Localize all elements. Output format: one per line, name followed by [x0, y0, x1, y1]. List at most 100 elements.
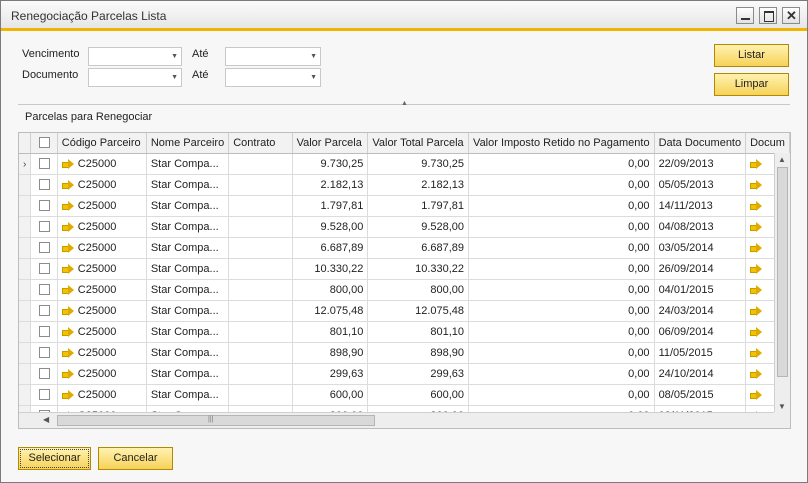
row-checkbox[interactable] [38, 179, 50, 191]
link-arrow-icon[interactable] [61, 284, 74, 295]
link-arrow-icon[interactable] [750, 221, 763, 232]
select-cell[interactable] [30, 321, 58, 343]
select-cell[interactable] [30, 153, 58, 175]
row-checkbox[interactable] [38, 326, 50, 338]
row-checkbox[interactable] [38, 368, 50, 380]
column-header[interactable]: Nome Parceiro [146, 133, 230, 154]
row-header[interactable] [19, 363, 32, 385]
vencimento-to-field[interactable]: ▼ [225, 47, 321, 66]
table-row[interactable]: C25000 Star Compa... 898,90 898,90 0,00 11/05… [19, 342, 790, 364]
link-arrow-icon[interactable] [750, 347, 763, 358]
link-arrow-icon[interactable] [750, 368, 763, 379]
column-header[interactable]: Valor Total Parcela [367, 133, 470, 154]
selecionar-button[interactable]: Selecionar [18, 447, 91, 470]
select-cell[interactable] [30, 342, 58, 364]
table-row[interactable]: C25000 Star Compa... 600,00 600,00 0,00 08/05… [19, 384, 790, 406]
link-arrow-icon[interactable] [61, 242, 74, 253]
scroll-down-icon[interactable]: ▼ [778, 402, 786, 411]
link-arrow-icon[interactable] [61, 305, 74, 316]
row-checkbox[interactable] [38, 305, 50, 317]
row-checkbox[interactable] [38, 158, 50, 170]
row-header[interactable]: › [19, 153, 32, 175]
table-row[interactable]: C25000 Star Compa... 1.797,81 1.797,81 0,00 1… [19, 195, 790, 217]
link-arrow-icon[interactable] [750, 284, 763, 295]
column-header[interactable]: Docum [745, 133, 790, 154]
link-arrow-icon[interactable] [61, 368, 74, 379]
row-checkbox[interactable] [38, 263, 50, 275]
column-header[interactable]: Código Parceiro [57, 133, 147, 154]
select-all-checkbox[interactable] [38, 137, 50, 149]
scroll-up-icon[interactable]: ▲ [778, 155, 786, 164]
cancelar-button[interactable]: Cancelar [98, 447, 173, 470]
link-arrow-icon[interactable] [61, 389, 74, 400]
table-row[interactable]: › C25000 Star Compa... 9.730,25 9.730,25 0,00… [19, 153, 790, 175]
select-cell[interactable] [30, 174, 58, 196]
documento-from-field[interactable]: ▼ [88, 68, 182, 87]
row-header[interactable] [19, 237, 32, 259]
select-cell[interactable] [30, 237, 58, 259]
column-header[interactable]: Contrato [228, 133, 293, 154]
scroll-thumb-horizontal[interactable]: ||| [57, 415, 375, 426]
select-cell[interactable] [30, 258, 58, 280]
select-cell[interactable] [30, 363, 58, 385]
row-checkbox[interactable] [38, 347, 50, 359]
link-arrow-icon[interactable] [61, 263, 74, 274]
link-arrow-icon[interactable] [750, 305, 763, 316]
select-cell[interactable] [30, 279, 58, 301]
horizontal-scrollbar[interactable]: ◀ ||| ▶ [19, 412, 790, 428]
link-arrow-icon[interactable] [750, 389, 763, 400]
link-arrow-icon[interactable] [61, 326, 74, 337]
link-arrow-icon[interactable] [61, 179, 74, 190]
limpar-button[interactable]: Limpar [714, 73, 789, 96]
link-arrow-icon[interactable] [61, 158, 74, 169]
collapse-icon[interactable]: ▲ [401, 100, 408, 107]
link-arrow-icon[interactable] [750, 200, 763, 211]
table-row[interactable]: C25000 Star Compa... 2.182,13 2.182,13 0,00 0… [19, 174, 790, 196]
column-header[interactable]: Valor Imposto Retido no Pagamento [468, 133, 655, 154]
scroll-left-icon[interactable]: ◀ [43, 415, 49, 424]
select-cell[interactable] [30, 195, 58, 217]
minimize-button[interactable] [736, 7, 754, 24]
vencimento-from-field[interactable]: ▼ [88, 47, 182, 66]
table-row[interactable]: C25000 Star Compa... 10.330,22 10.330,22 0,0… [19, 258, 790, 280]
row-header[interactable] [19, 342, 32, 364]
row-checkbox[interactable] [38, 284, 50, 296]
table-row[interactable]: C25000 Star Compa... 9.528,00 9.528,00 0,00 0… [19, 216, 790, 238]
column-header[interactable]: Valor Parcela [292, 133, 369, 154]
documento-to-field[interactable]: ▼ [225, 68, 321, 87]
listar-button[interactable]: Listar [714, 44, 789, 67]
row-checkbox[interactable] [38, 221, 50, 233]
table-row[interactable]: C25000 Star Compa... 299,63 299,63 0,00 24/10… [19, 363, 790, 385]
parcelas-grid[interactable]: Código Parceiro Nome Parceiro Contrato V… [18, 132, 791, 429]
table-row[interactable]: C25000 Star Compa... 801,10 801,10 0,00 06/09… [19, 321, 790, 343]
link-arrow-icon[interactable] [61, 347, 74, 358]
table-row[interactable]: C25000 Star Compa... 6.687,89 6.687,89 0,00 0… [19, 237, 790, 259]
select-cell[interactable] [30, 216, 58, 238]
scroll-thumb[interactable] [777, 167, 788, 377]
link-arrow-icon[interactable] [61, 221, 74, 232]
maximize-button[interactable] [759, 7, 777, 24]
link-arrow-icon[interactable] [61, 200, 74, 211]
select-cell[interactable] [30, 384, 58, 406]
row-header[interactable] [19, 258, 32, 280]
close-button[interactable]: ✕ [782, 7, 800, 24]
row-header[interactable] [19, 216, 32, 238]
table-row[interactable]: C25000 Star Compa... 12.075,48 12.075,48 0,0… [19, 300, 790, 322]
vertical-scrollbar[interactable]: ▲ ▼ [774, 153, 790, 413]
row-checkbox[interactable] [38, 242, 50, 254]
row-checkbox[interactable] [38, 200, 50, 212]
select-cell[interactable] [30, 300, 58, 322]
column-header[interactable]: Data Documento [654, 133, 747, 154]
link-arrow-icon[interactable] [750, 179, 763, 190]
link-arrow-icon[interactable] [750, 263, 763, 274]
row-header[interactable] [19, 384, 32, 406]
title-bar[interactable]: Renegociação Parcelas Lista ✕ [1, 1, 807, 31]
link-arrow-icon[interactable] [750, 242, 763, 253]
row-header[interactable] [19, 321, 32, 343]
table-row[interactable]: C25000 Star Compa... 800,00 800,00 0,00 04/01… [19, 279, 790, 301]
row-header[interactable] [19, 174, 32, 196]
row-header[interactable] [19, 300, 32, 322]
row-checkbox[interactable] [38, 389, 50, 401]
row-header[interactable] [19, 279, 32, 301]
link-arrow-icon[interactable] [750, 326, 763, 337]
